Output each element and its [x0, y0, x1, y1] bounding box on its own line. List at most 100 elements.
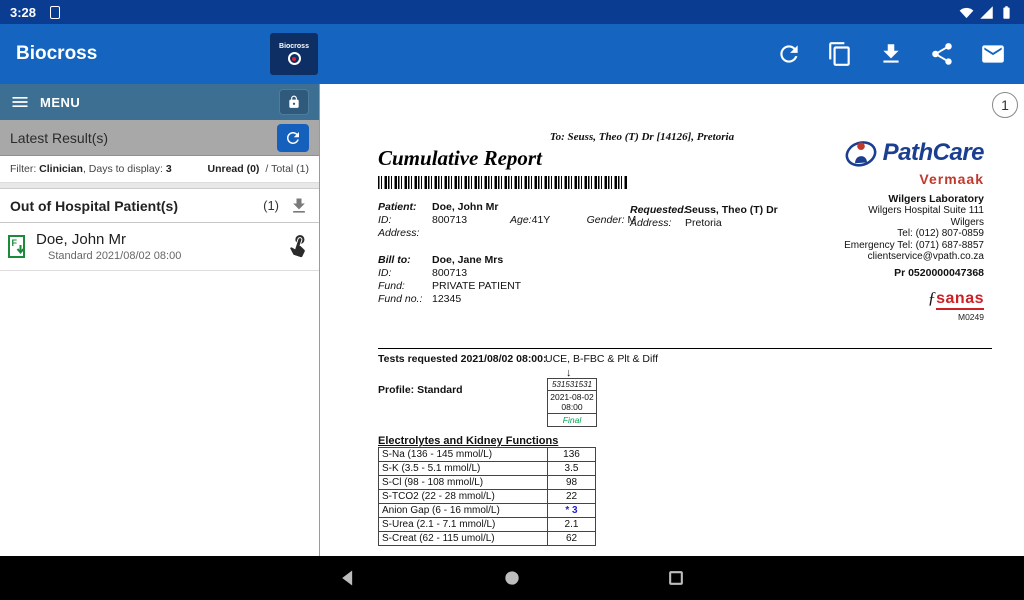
sidebar: MENU Latest Result(s) Filter: Clinician …: [0, 84, 320, 556]
requested-block: Requested:Seuss, Theo (T) Dr Address:Pre…: [630, 204, 810, 230]
mail-icon: [980, 41, 1006, 67]
result-value: 2.1: [548, 518, 596, 532]
wifi-icon: [959, 5, 974, 20]
refresh-icon: [284, 129, 302, 147]
lab-address-lines: Wilgers Hospital Suite 111WilgersTel: (0…: [843, 205, 984, 263]
result-value: 98: [548, 476, 596, 490]
result-test-name: S-K (3.5 - 5.1 mmol/L): [379, 462, 548, 476]
mail-button[interactable]: [978, 39, 1008, 69]
download-icon[interactable]: [289, 196, 309, 216]
barcode: [378, 176, 628, 189]
lab-address-line: clientservice@vpath.co.za: [843, 251, 984, 263]
app-bar: Biocross Biocross: [0, 24, 1024, 84]
refresh-button[interactable]: [774, 39, 804, 69]
sanas-accreditation: M0249: [928, 312, 984, 322]
report-viewer[interactable]: 1 To: Seuss, Theo (T) Dr [14126], Pretor…: [320, 84, 1024, 556]
sample-status: Final: [547, 413, 597, 427]
requested-address-value: Pretoria: [685, 217, 722, 229]
lab-address-line: Tel: (012) 807-0859: [843, 228, 984, 240]
report-page: To: Seuss, Theo (T) Dr [14126], Pretoria…: [320, 84, 1024, 556]
result-value: 3.5: [548, 462, 596, 476]
results-table-body: S-Na (136 - 145 mmol/L) 136 S-K (3.5 - 5…: [379, 448, 596, 546]
menu-label: MENU: [40, 95, 80, 110]
sanas-wordmark: sanas: [936, 290, 984, 310]
signal-icon: [979, 5, 994, 20]
total-count: / Total (1): [265, 163, 309, 175]
sanas-mark-icon: ƒ: [928, 288, 937, 308]
results-section-title: Electrolytes and Kidney Functions: [378, 435, 558, 447]
status-bar: 3:28: [0, 0, 1024, 24]
bill-to-value: Doe, Jane Mrs: [432, 254, 503, 266]
lock-button[interactable]: [279, 89, 309, 115]
pages-button[interactable]: [825, 39, 855, 69]
filter-label: Filter:: [10, 163, 36, 175]
requested-label: Requested:: [630, 204, 685, 217]
sample-time: 08:00: [548, 402, 596, 412]
lab-address-line: Wilgers: [843, 217, 984, 229]
recents-button[interactable]: [664, 566, 688, 590]
result-row: S-Urea (2.1 - 7.1 mmol/L) 2.1: [379, 518, 596, 532]
screen: 3:28 Biocross Biocross: [0, 0, 1024, 600]
fund-value: PRIVATE PATIENT: [432, 280, 521, 292]
share-button[interactable]: [927, 39, 957, 69]
back-button[interactable]: [336, 566, 360, 590]
result-value: 136: [548, 448, 596, 462]
age-label: Age:: [510, 214, 532, 226]
latest-results-header: Latest Result(s): [0, 120, 319, 156]
app-title: Biocross: [16, 43, 97, 65]
menu-bar[interactable]: MENU: [0, 84, 319, 120]
section-out-of-hospital[interactable]: Out of Hospital Patient(s) (1): [0, 189, 319, 223]
section-title: Out of Hospital Patient(s): [10, 198, 178, 214]
patient-detail: Standard 2021/08/02 08:00: [48, 250, 181, 262]
latest-results-title: Latest Result(s): [10, 130, 108, 146]
patient-name: Doe, John Mr: [36, 231, 181, 248]
android-nav-bar: [0, 556, 1024, 600]
pages-icon: [827, 41, 853, 67]
result-row: S-Cl (98 - 108 mmol/L) 98: [379, 476, 596, 490]
fund-no-value: 12345: [432, 293, 461, 305]
lab-block: PathCare Vermaak Wilgers Laboratory Wilg…: [843, 136, 984, 323]
pathcare-emblem-icon: [843, 136, 879, 170]
fund-no-label: Fund no.:: [378, 293, 432, 306]
svg-text:F: F: [12, 238, 18, 248]
result-row: S-Creat (62 - 115 umol/L) 62: [379, 532, 596, 546]
menu-icon: [10, 92, 30, 112]
bill-id-value: 800713: [432, 267, 467, 279]
result-value: 22: [548, 490, 596, 504]
patient-list-item[interactable]: F Doe, John Mr Standard 2021/08/02 08:00: [0, 223, 319, 271]
home-icon: [502, 568, 522, 588]
filter-days-label: , Days to display:: [83, 163, 163, 175]
result-test-name: S-Cl (98 - 108 mmol/L): [379, 476, 548, 490]
filter-days-value: 3: [166, 163, 172, 175]
report-header-left: Cumulative Report Patient:Doe, John Mr I…: [378, 146, 633, 306]
profile-label: Profile: Standard: [378, 384, 463, 396]
notification-icon: [50, 6, 60, 19]
status-time: 3:28: [10, 5, 36, 20]
bill-to-label: Bill to:: [378, 254, 432, 267]
refresh-icon: [776, 41, 802, 67]
tests-requested-label: Tests requested 2021/08/02 08:00:: [378, 353, 545, 365]
requested-address-label: Address:: [630, 217, 685, 230]
results-refresh-button[interactable]: [277, 124, 309, 152]
lab-address-line: Emergency Tel: (071) 687-8857: [843, 240, 984, 252]
final-result-icon: F: [8, 235, 28, 258]
filter-row[interactable]: Filter: Clinician , Days to display: 3 U…: [0, 156, 319, 183]
home-button[interactable]: [500, 566, 524, 590]
sample-column-header: 531531531 2021-08-02 08:00 Final: [547, 379, 597, 427]
recents-icon: [666, 568, 686, 588]
requested-value: Seuss, Theo (T) Dr: [685, 204, 778, 216]
lab-name: Wilgers Laboratory: [843, 193, 984, 205]
gender-label: Gender:: [587, 214, 625, 226]
app-logo-text: Biocross: [279, 43, 309, 50]
fund-label: Fund:: [378, 280, 432, 293]
sanas-logo: ƒ sanas M0249: [928, 288, 984, 322]
result-row: S-Na (136 - 145 mmol/L) 136: [379, 448, 596, 462]
tests-divider: [378, 348, 992, 349]
address-label: Address:: [378, 227, 432, 240]
results-table: S-Na (136 - 145 mmol/L) 136 S-K (3.5 - 5…: [378, 447, 596, 546]
page-number-badge: 1: [992, 92, 1018, 118]
tests-requested-row: Tests requested 2021/08/02 08:00:UCE, B-…: [378, 353, 658, 365]
pathcare-logo: PathCare: [843, 136, 984, 170]
download-button[interactable]: [876, 39, 906, 69]
result-value: 62: [548, 532, 596, 546]
